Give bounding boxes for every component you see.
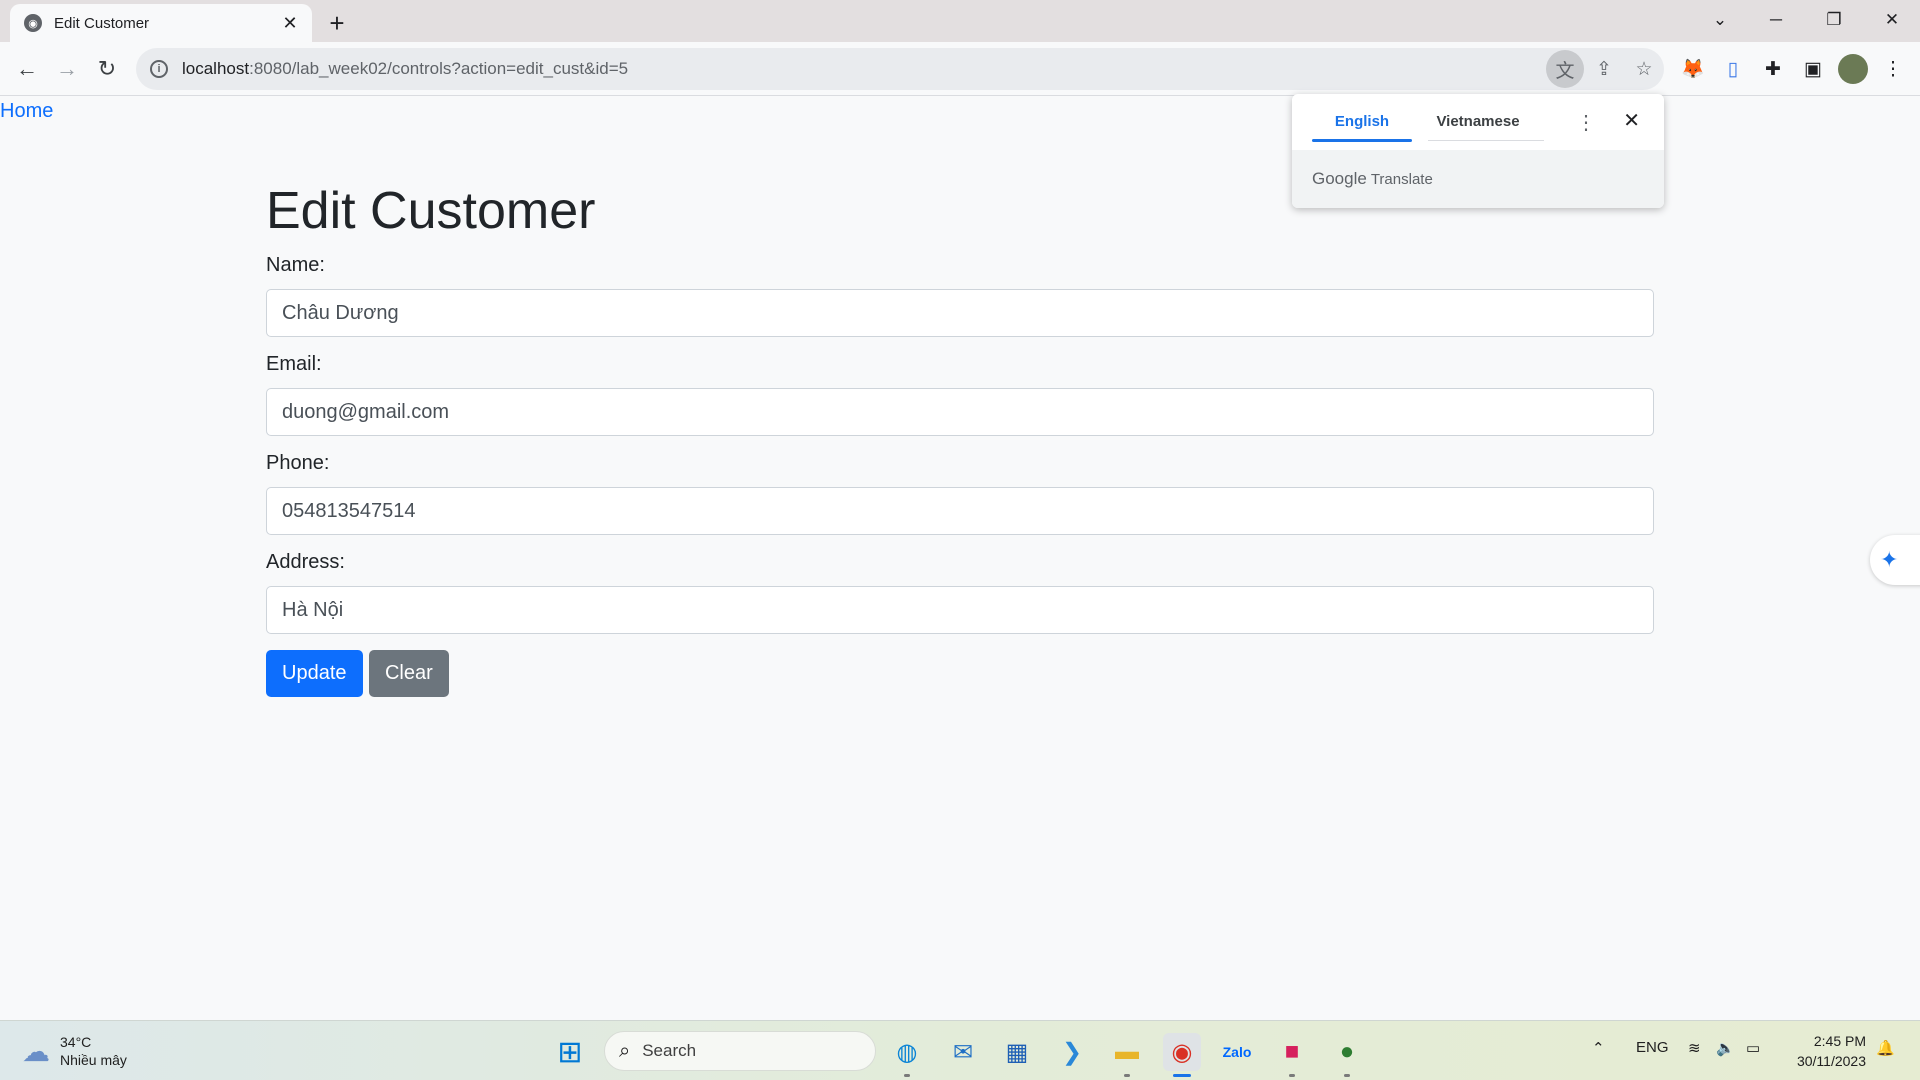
wifi-icon[interactable]: ≋ <box>1688 1039 1701 1057</box>
mail-icon[interactable]: ✉ <box>944 1033 982 1071</box>
intellij-icon[interactable]: ■ <box>1273 1033 1311 1077</box>
address-bar[interactable]: i localhost:8080/lab_week02/controls?act… <box>136 48 1664 90</box>
edge-browser-icon[interactable]: ◍ <box>888 1033 926 1077</box>
name-group: Name: <box>266 254 1654 338</box>
app-hs-icon[interactable]: ● <box>1328 1033 1366 1077</box>
avatar[interactable] <box>1838 54 1868 84</box>
date: 30/11/2023 <box>1796 1053 1866 1069</box>
site-info-icon[interactable]: i <box>150 60 168 78</box>
weather-description: Nhiều mây <box>60 1052 127 1068</box>
metamask-extension-icon[interactable]: 🦊 <box>1678 54 1708 84</box>
address-label: Address: <box>266 551 345 574</box>
translate-options-icon[interactable]: ⋮ <box>1576 110 1596 135</box>
restore-button[interactable]: ❐ <box>1806 0 1862 40</box>
translate-icon[interactable]: ⽂ <box>1546 50 1584 88</box>
extension-icon[interactable]: ▯ <box>1718 54 1748 84</box>
clock[interactable]: 2:45 PM 30/11/2023 <box>1797 1031 1866 1071</box>
browser-toolbar: ← → ↻ i localhost:8080/lab_week02/contro… <box>0 42 1920 96</box>
taskbar: ☁ 34°C Nhiều mây ⊞ ⌕ Search ◍ ✉ ▦ ❯ ▬ ◉ … <box>0 1020 1920 1080</box>
chrome-icon[interactable]: ◉ <box>1163 1033 1201 1077</box>
globe-icon: ◉ <box>24 14 42 32</box>
address-group: Address: <box>266 551 1654 635</box>
email-label: Email: <box>266 353 322 376</box>
weather-widget[interactable]: ☁ 34°C Nhiều mây <box>22 1033 127 1069</box>
email-group: Email: <box>266 353 1654 437</box>
battery-icon[interactable]: ▭ <box>1746 1039 1760 1057</box>
temperature: 34°C <box>60 1034 92 1050</box>
time: 2:45 PM <box>1813 1033 1866 1049</box>
cloudy-weather-icon: ☁ <box>22 1035 50 1067</box>
tab-strip: ◉ Edit Customer ✕ + ⌄ ─ ❐ ✕ <box>0 0 1920 42</box>
puzzle-extensions-icon[interactable]: ✚ <box>1758 54 1788 84</box>
translate-footer: Google Translate <box>1292 150 1664 208</box>
language-indicator[interactable]: ENG <box>1636 1039 1669 1056</box>
kebab-menu-icon[interactable]: ⋮ <box>1878 54 1908 84</box>
google-brand: Google <box>1312 169 1367 188</box>
store-icon[interactable]: ▦ <box>998 1033 1036 1071</box>
sparkle-assistant-icon[interactable]: ✦ <box>1870 535 1920 585</box>
search-icon: ⌕ <box>619 1039 631 1062</box>
translate-popup: English Vietnamese ⋮ ✕ Google Translate <box>1292 94 1664 208</box>
home-link[interactable]: Home <box>0 100 53 123</box>
close-tab-icon[interactable]: ✕ <box>280 13 300 34</box>
edit-customer-form: Edit Customer Name: Email: Phone: Addres… <box>266 180 1654 698</box>
tab-title: Edit Customer <box>54 14 150 32</box>
translate-brand: Translate <box>1370 170 1433 188</box>
reload-icon[interactable]: ↻ <box>90 52 124 86</box>
vscode-icon[interactable]: ❯ <box>1053 1033 1091 1071</box>
translate-close-icon[interactable]: ✕ <box>1623 108 1640 133</box>
volume-icon[interactable]: 🔈 <box>1716 1039 1735 1057</box>
close-window-button[interactable]: ✕ <box>1864 0 1920 40</box>
translate-tab-english[interactable]: English <box>1312 94 1412 150</box>
translate-tab-vietnamese[interactable]: Vietnamese <box>1428 94 1544 150</box>
form-actions: Update Clear <box>266 650 1654 698</box>
minimize-button[interactable]: ─ <box>1748 0 1804 40</box>
back-arrow-icon[interactable]: ← <box>10 52 44 86</box>
chevron-up-icon[interactable]: ⌃ <box>1592 1039 1605 1057</box>
file-explorer-icon[interactable]: ▬ <box>1108 1033 1146 1077</box>
email-input[interactable] <box>266 388 1654 437</box>
name-input[interactable] <box>266 289 1654 338</box>
new-tab-button[interactable]: + <box>322 8 352 38</box>
windows-start-icon[interactable]: ⊞ <box>551 1033 589 1071</box>
bookmark-star-icon[interactable]: ☆ <box>1624 49 1664 89</box>
side-panel-icon[interactable]: ▣ <box>1798 54 1828 84</box>
search-label: Search <box>642 1041 697 1060</box>
clear-button[interactable]: Clear <box>368 650 449 698</box>
taskbar-search[interactable]: ⌕ Search <box>604 1031 876 1071</box>
notification-bell-icon[interactable]: 🔔 <box>1876 1039 1895 1057</box>
tab-edit-customer[interactable]: ◉ Edit Customer ✕ <box>10 4 312 42</box>
phone-group: Phone: <box>266 452 1654 536</box>
address-input[interactable] <box>266 586 1654 635</box>
zalo-icon[interactable]: Zalo <box>1218 1033 1256 1071</box>
phone-label: Phone: <box>266 452 330 475</box>
url-text[interactable]: localhost:8080/lab_week02/controls?actio… <box>182 59 1546 79</box>
update-button[interactable]: Update <box>266 650 363 698</box>
name-label: Name: <box>266 254 325 277</box>
forward-arrow-icon[interactable]: → <box>50 52 84 86</box>
phone-input[interactable] <box>266 487 1654 536</box>
tab-search-chevron-icon[interactable]: ⌄ <box>1692 0 1748 40</box>
share-icon[interactable]: ⇪ <box>1584 49 1624 89</box>
